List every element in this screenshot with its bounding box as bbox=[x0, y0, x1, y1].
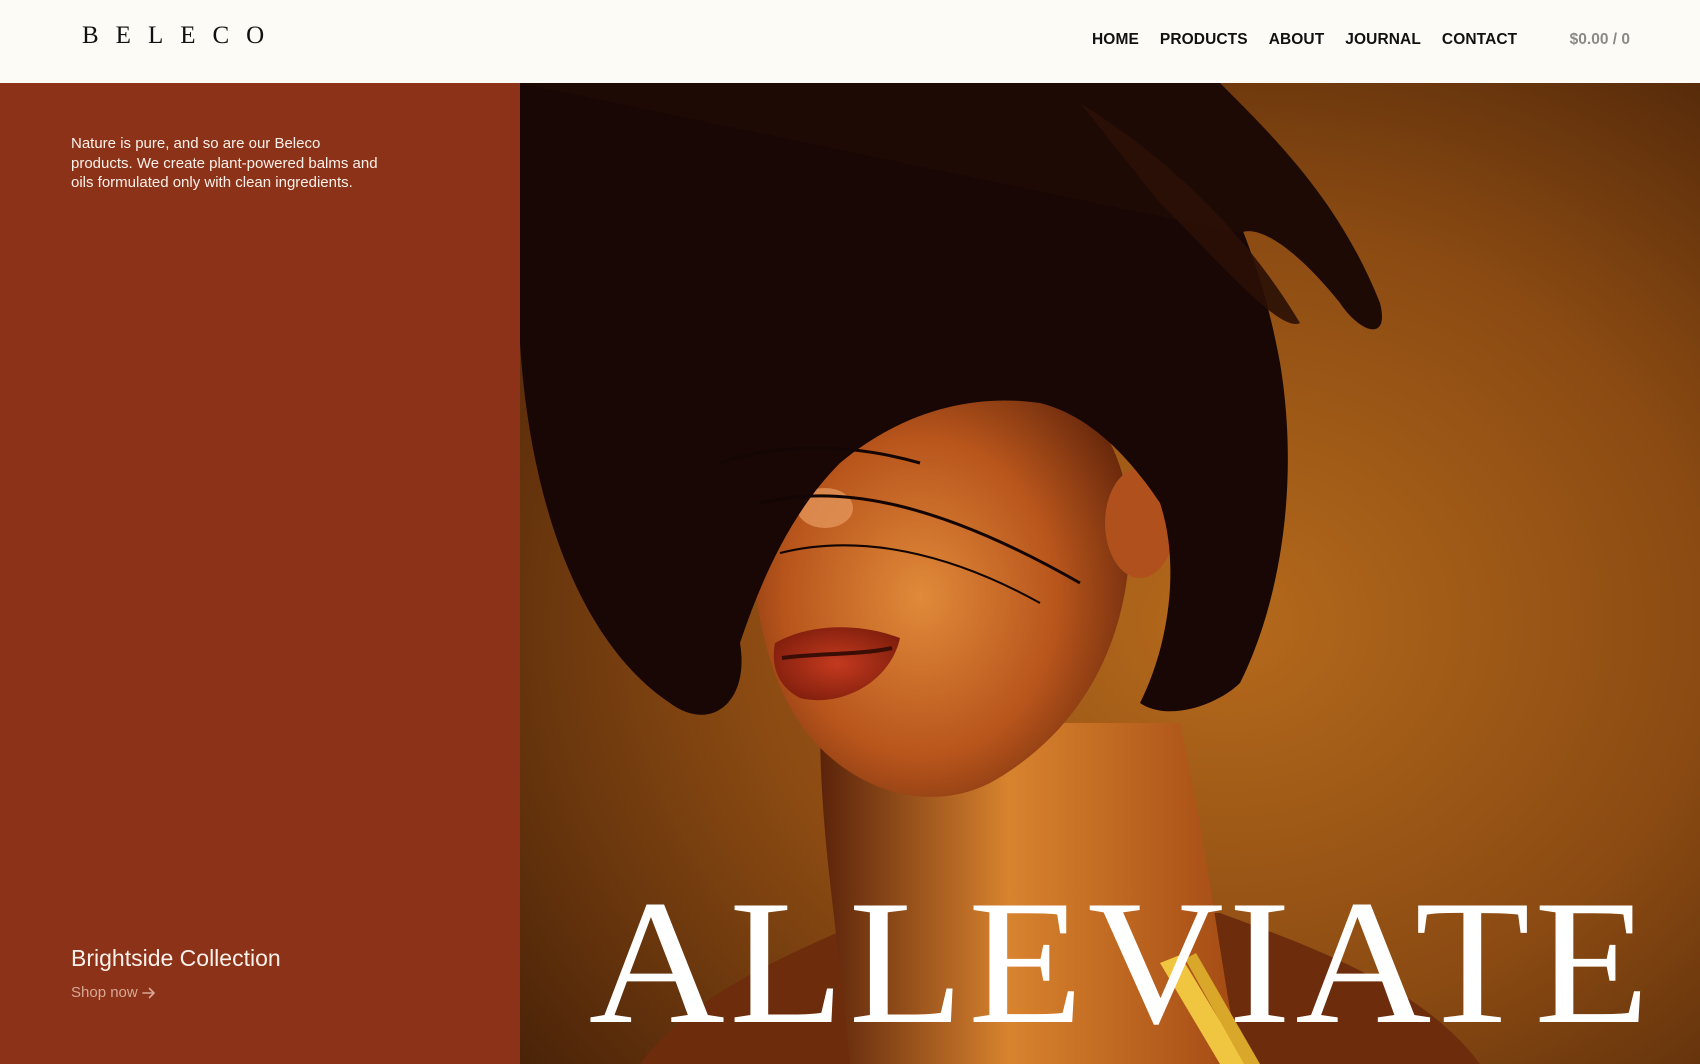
hero-section: ALLEVIATE bbox=[520, 83, 1700, 1064]
arrow-right-icon bbox=[141, 987, 155, 998]
site-logo[interactable]: BELECO bbox=[82, 22, 281, 50]
nav-journal[interactable]: JOURNAL bbox=[1345, 31, 1421, 49]
shop-now-link[interactable]: Shop now bbox=[71, 984, 156, 1001]
site-header: BELECO HOME PRODUCTS ABOUT JOURNAL CONTA… bbox=[0, 0, 1700, 83]
intro-text: Nature is pure, and so are our Beleco pr… bbox=[71, 135, 378, 192]
nav-contact[interactable]: CONTACT bbox=[1442, 31, 1517, 49]
nav-about[interactable]: ABOUT bbox=[1269, 31, 1325, 49]
collection-title: Brightside Collection bbox=[71, 945, 281, 971]
intro-panel: Nature is pure, and so are our Beleco pr… bbox=[0, 83, 520, 1064]
hero-headline: ALLEVIATE bbox=[588, 863, 1654, 1061]
nav-products[interactable]: PRODUCTS bbox=[1160, 31, 1248, 49]
nav-home[interactable]: HOME bbox=[1092, 31, 1139, 49]
cart-summary[interactable]: $0.00 / 0 bbox=[1570, 31, 1630, 49]
shop-now-label: Shop now bbox=[71, 984, 138, 1001]
main-nav: HOME PRODUCTS ABOUT JOURNAL CONTACT bbox=[1092, 31, 1517, 49]
